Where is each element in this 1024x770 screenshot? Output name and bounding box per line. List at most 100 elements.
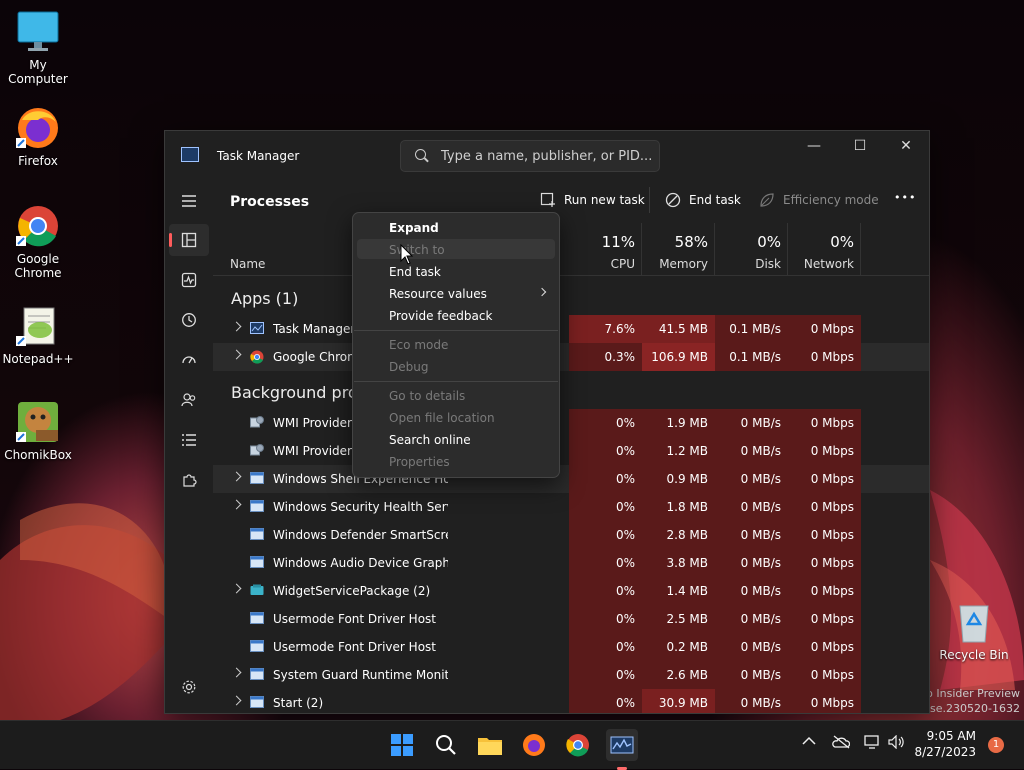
cell-disk: 0.1 MB/s: [715, 315, 788, 343]
cell-disk: 0 MB/s: [715, 549, 788, 577]
nav-processes[interactable]: [169, 224, 209, 256]
expand-chevron-icon[interactable]: [231, 471, 242, 482]
toolbar: Processes Run new task End task Efficien…: [213, 179, 929, 223]
run-new-task-label: Run new task: [564, 193, 645, 207]
taskbar-firefox[interactable]: [518, 729, 550, 761]
expand-chevron-icon[interactable]: [231, 695, 242, 706]
nav-settings[interactable]: [169, 671, 209, 703]
nav-services[interactable]: [169, 464, 209, 496]
desktop-icon-firefox[interactable]: Firefox: [0, 106, 76, 168]
cell-disk: 0 MB/s: [715, 577, 788, 605]
table-row[interactable]: Windows Audio Device Graph ... 0% 3.8 MB 0 …: [213, 549, 929, 577]
process-search-box[interactable]: [400, 140, 660, 172]
column-header-network[interactable]: 0% Network: [788, 223, 861, 275]
menu-item-go-to-details[interactable]: Go to details: [389, 389, 465, 403]
tray-overflow-chevron-icon[interactable]: [802, 735, 816, 750]
end-task-button[interactable]: End task: [665, 192, 741, 208]
table-row[interactable]: Task Manager 7.6% 41.5 MB 0.1 MB/s 0 Mbps: [213, 315, 929, 343]
column-header-cpu[interactable]: 11% CPU: [569, 223, 642, 275]
table-row[interactable]: Google Chrome 0.3% 106.9 MB 0.1 MB/s 0 Mbps: [213, 343, 929, 371]
cell-cpu: 0%: [569, 493, 642, 521]
hamburger-menu-button[interactable]: [169, 185, 209, 217]
onedrive-offline-icon[interactable]: [832, 735, 851, 753]
task-manager-app-icon: [181, 147, 199, 162]
desktop-icon-my-computer[interactable]: My Computer: [0, 10, 76, 86]
table-row[interactable]: Windows Security Health Servi... 0%1.8 MB…: [213, 493, 929, 521]
table-row[interactable]: Usermode Font Driver Host 0% 0.2 MB 0 MB/s 0…: [213, 633, 929, 661]
performance-icon: [181, 272, 197, 288]
menu-item-open-file-location[interactable]: Open file location: [389, 411, 495, 425]
table-row[interactable]: Windows Defender SmartScreen 0%2.8 MB0 MB…: [213, 521, 929, 549]
mouse-cursor-icon: [400, 244, 414, 265]
desktop-icon-label: Firefox: [18, 154, 58, 168]
context-menu: Expand Switch to End task Resource value…: [352, 212, 560, 478]
maximize-button[interactable]: ☐: [837, 131, 883, 163]
memory-total: 58%: [674, 233, 708, 251]
table-row[interactable]: System Guard Runtime Monit... 0% 2.6 MB 0 M…: [213, 661, 929, 689]
column-header-name[interactable]: Name: [230, 257, 265, 271]
desktop-icon-recycle-bin[interactable]: Recycle Bin: [936, 600, 1012, 662]
taskbar-chrome[interactable]: [562, 729, 594, 761]
menu-item-resource-values[interactable]: Resource values: [389, 287, 487, 301]
table-row[interactable]: Usermode Font Driver Host 0% 2.5 MB 0 MB/s 0…: [213, 605, 929, 633]
expand-chevron-icon[interactable]: [231, 667, 242, 678]
nav-startup-apps[interactable]: [169, 344, 209, 376]
expand-chevron-icon[interactable]: [231, 499, 242, 510]
table-row[interactable]: WidgetServicePackage (2) 0% 1.4 MB 0 MB/s 0 …: [213, 577, 929, 605]
widget-package-icon: [250, 584, 264, 596]
menu-item-end-task[interactable]: End task: [389, 265, 441, 279]
expand-chevron-icon[interactable]: [231, 349, 242, 360]
table-row[interactable]: WMI Provider H 0% 1.2 MB 0 MB/s 0 Mbps: [213, 437, 929, 465]
cell-memory: 106.9 MB: [642, 343, 715, 371]
table-row[interactable]: Windows Shell Experience Ho... 0% 0.9 MB 0 …: [213, 465, 929, 493]
cell-memory: 2.5 MB: [642, 605, 715, 633]
expand-chevron-icon[interactable]: [231, 583, 242, 594]
desktop-icon-notepadpp[interactable]: Notepad++: [0, 304, 76, 366]
taskbar-file-explorer[interactable]: [474, 729, 506, 761]
monitor-icon: [16, 10, 60, 54]
cpu-total: 11%: [601, 233, 635, 251]
window-title: Task Manager: [217, 149, 300, 163]
window-app-icon: [250, 472, 264, 484]
table-row[interactable]: Start (2) 0% 30.9 MB 0 MB/s 0 Mbps: [213, 689, 929, 713]
nav-users[interactable]: [169, 384, 209, 416]
efficiency-mode-button[interactable]: Efficiency mode: [760, 193, 879, 207]
close-button[interactable]: ✕: [883, 131, 929, 163]
notification-badge[interactable]: 1: [988, 737, 1004, 753]
nav-app-history[interactable]: [169, 304, 209, 336]
menu-item-switch-to[interactable]: Switch to: [389, 243, 445, 257]
network-icon[interactable]: [864, 735, 882, 753]
menu-item-search-online[interactable]: Search online: [389, 433, 471, 447]
desktop-icon-chrome[interactable]: Google Chrome: [0, 204, 76, 280]
menu-item-expand[interactable]: Expand: [389, 221, 439, 235]
run-new-task-icon: [540, 192, 555, 207]
minimize-button[interactable]: —: [791, 131, 837, 163]
cell-cpu: 7.6%: [569, 315, 642, 343]
column-header-disk[interactable]: 0% Disk: [715, 223, 788, 275]
nav-performance[interactable]: [169, 264, 209, 296]
desktop-icon-chomikbox[interactable]: ChomikBox: [0, 400, 76, 462]
cell-cpu: 0%: [569, 521, 642, 549]
title-bar[interactable]: Task Manager — ☐ ✕: [165, 131, 929, 179]
system-clock[interactable]: 9:05 AM 8/27/2023: [910, 728, 976, 760]
menu-item-debug[interactable]: Debug: [389, 360, 428, 374]
submenu-chevron-icon: [537, 287, 547, 297]
end-task-icon: [665, 192, 681, 208]
menu-item-eco-mode[interactable]: Eco mode: [389, 338, 448, 352]
cell-cpu: 0%: [569, 689, 642, 713]
wmi-provider-icon: [250, 444, 264, 456]
volume-icon[interactable]: [888, 734, 906, 753]
taskbar-task-manager[interactable]: [606, 729, 638, 770]
nav-details[interactable]: [169, 424, 209, 456]
search-input[interactable]: [439, 146, 653, 166]
start-button[interactable]: [386, 729, 418, 761]
column-header-memory[interactable]: 58% Memory: [642, 223, 715, 275]
more-options-button[interactable]: •••: [894, 191, 916, 204]
clock-time: 9:05 AM: [926, 729, 976, 743]
menu-item-provide-feedback[interactable]: Provide feedback: [389, 309, 492, 323]
expand-chevron-icon[interactable]: [231, 321, 242, 332]
taskbar-search-button[interactable]: [430, 729, 462, 761]
menu-item-properties[interactable]: Properties: [389, 455, 450, 469]
table-row[interactable]: WMI Provider H 0% 1.9 MB 0 MB/s 0 Mbps: [213, 409, 929, 437]
run-new-task-button[interactable]: Run new task: [540, 192, 645, 207]
